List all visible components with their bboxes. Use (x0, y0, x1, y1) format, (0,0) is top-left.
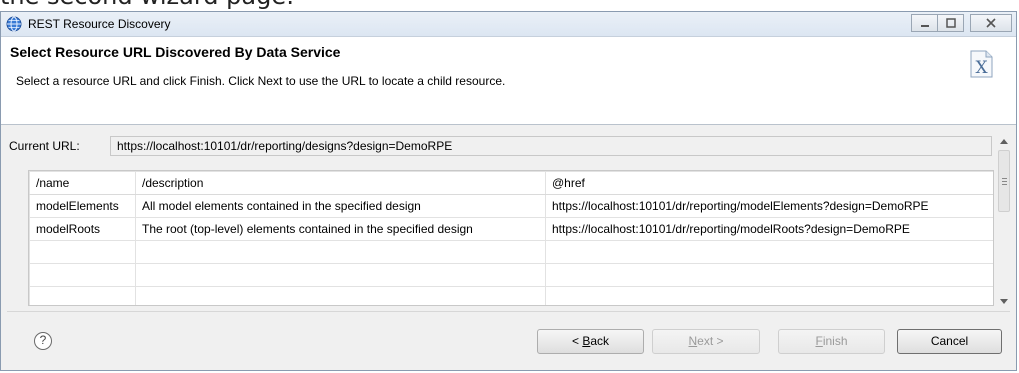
column-header-description[interactable]: /description (135, 171, 546, 195)
svg-text:X: X (975, 58, 988, 78)
xml-document-icon: X (970, 50, 993, 78)
cell-href: https://localhost:10101/dr/reporting/mod… (545, 194, 993, 218)
finish-button-mnemonic: F (815, 334, 823, 348)
column-header-href[interactable]: @href (545, 171, 993, 195)
finish-button-label: inish (822, 334, 848, 348)
table-header-row: /name /description @href (29, 171, 993, 195)
title-bar[interactable]: REST Resource Discovery (1, 12, 1016, 37)
help-button[interactable]: ? (34, 332, 52, 350)
cell-description: The root (top-level) elements contained … (135, 217, 546, 241)
cell-name: modelElements (29, 194, 136, 218)
column-header-name[interactable]: /name (29, 171, 136, 195)
grip-line (1002, 178, 1007, 179)
next-button-label: ext > (697, 334, 724, 348)
minimize-icon (920, 25, 929, 27)
scroll-up-icon[interactable] (1000, 139, 1008, 144)
close-icon (986, 18, 996, 28)
back-button-prefix: < (571, 334, 583, 348)
current-url-label: Current URL: (9, 139, 80, 153)
window-controls (911, 14, 1012, 32)
page-caption: the second wizard page: (0, 0, 294, 11)
wizard-header: Select Resource URL Discovered By Data S… (1, 37, 1016, 125)
back-button-label: ack (590, 334, 610, 348)
scroll-thumb[interactable] (998, 150, 1010, 212)
cell-description: All model elements contained in the spec… (135, 194, 546, 218)
table-row[interactable]: modelElements All model elements contain… (29, 194, 993, 218)
cell-name: modelRoots (29, 217, 136, 241)
finish-button[interactable]: Finish (778, 329, 885, 354)
cancel-button[interactable]: Cancel (897, 329, 1002, 354)
next-button-mnemonic: N (688, 334, 698, 348)
grip-line (1002, 181, 1007, 182)
wizard-page-title: Select Resource URL Discovered By Data S… (10, 44, 341, 60)
vertical-scrollbar[interactable] (997, 136, 1012, 308)
back-button[interactable]: < Back (537, 329, 644, 354)
maximize-button[interactable] (937, 14, 964, 32)
minimize-button[interactable] (911, 14, 938, 32)
empty-table-row (29, 286, 993, 305)
maximize-icon (945, 18, 956, 28)
help-icon: ? (39, 333, 47, 347)
cell-href: https://localhost:10101/dr/reporting/mod… (545, 217, 993, 241)
current-url-field[interactable]: https://localhost:10101/dr/reporting/des… (110, 136, 992, 156)
window-title: REST Resource Discovery (28, 17, 171, 31)
cancel-button-label: Cancel (930, 334, 969, 348)
table-row[interactable]: modelRoots The root (top-level) elements… (29, 217, 993, 241)
current-url-row: Current URL: https://localhost:10101/dr/… (7, 136, 992, 156)
resource-table: /name /description @href modelElements A… (28, 170, 994, 306)
next-button[interactable]: Next > (652, 329, 760, 354)
globe-icon (6, 16, 22, 32)
empty-table-row (29, 240, 993, 264)
grip-line (1002, 184, 1007, 185)
scroll-down-icon[interactable] (1000, 299, 1008, 304)
wizard-dialog: REST Resource Discovery Select Resource … (0, 11, 1017, 371)
close-button[interactable] (970, 14, 1012, 32)
wizard-page-description: Select a resource URL and click Finish. … (16, 74, 506, 88)
button-bar-separator (7, 311, 1010, 312)
empty-table-row (29, 263, 993, 287)
